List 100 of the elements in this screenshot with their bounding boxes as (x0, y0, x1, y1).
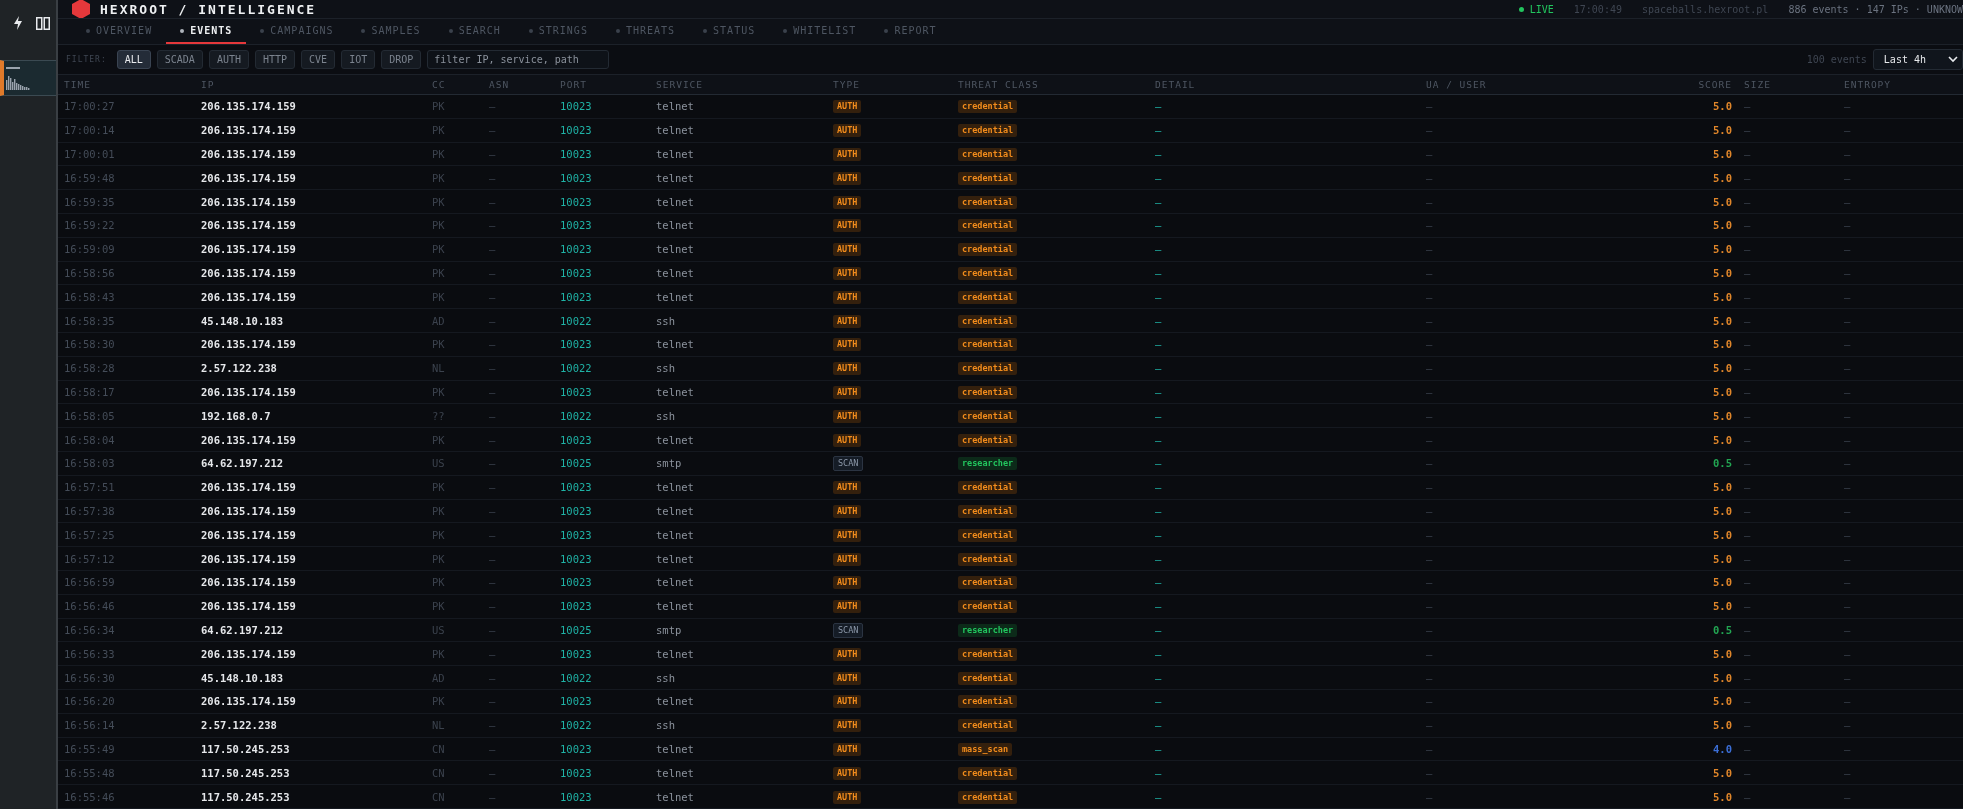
service-cell: telnet (656, 552, 694, 565)
entropy-cell: — (1844, 552, 1851, 565)
detail-cell: — (1155, 505, 1162, 517)
type-badge: AUTH (833, 124, 862, 138)
ip-cell: 206.135.174.159 (201, 505, 296, 517)
asn-cell: — (489, 100, 496, 113)
entropy-cell: — (1844, 505, 1851, 517)
detail-cell: — (1155, 600, 1162, 613)
nav-tab[interactable]: WHITELIST (769, 19, 871, 45)
nav-tab[interactable]: THREATS (601, 19, 690, 45)
port-cell: 10022 (560, 719, 592, 732)
asn-cell: — (489, 124, 496, 137)
size-cell: — (1744, 600, 1751, 613)
detail-cell: — (1155, 457, 1162, 470)
port-cell: 10023 (560, 576, 592, 589)
filter-chip[interactable]: DROP (381, 50, 422, 70)
ip-cell: 206.135.174.159 (201, 171, 296, 184)
live-indicator: LIVE (1518, 3, 1554, 15)
size-cell: — (1744, 457, 1751, 470)
nav-tab[interactable]: OVERVIEW (72, 19, 167, 45)
filter-chip[interactable]: AUTH (208, 50, 249, 70)
user-cell: — (1426, 267, 1433, 280)
detail-cell: — (1155, 552, 1162, 565)
detail-cell: — (1155, 481, 1162, 494)
ip-cell: 206.135.174.159 (201, 528, 296, 541)
port-cell: 10023 (560, 647, 592, 660)
port-cell: 10025 (560, 624, 592, 636)
country-cell: US (432, 457, 445, 470)
score-cell: 5.0 (1713, 362, 1732, 375)
nav-tab[interactable]: STRINGS (514, 19, 602, 45)
port-cell: 10023 (560, 243, 592, 256)
column-header: PORT (559, 79, 588, 91)
entropy-cell: — (1844, 219, 1851, 232)
search-field[interactable]: filter IP, service, path (427, 50, 610, 70)
detail-cell: — (1155, 719, 1162, 732)
service-cell: telnet (656, 528, 694, 541)
score-cell: 5.0 (1713, 695, 1732, 708)
range-dropdown[interactable]: Last 4h (1872, 49, 1963, 71)
size-cell: — (1744, 386, 1751, 399)
filter-chip[interactable]: IOT (341, 50, 376, 70)
type-badge: AUTH (833, 100, 862, 114)
size-cell: — (1744, 409, 1751, 422)
asn-cell: — (489, 624, 496, 636)
port-cell: 10022 (560, 362, 592, 375)
port-cell: 10023 (560, 766, 592, 779)
ip-cell: 2.57.122.238 (201, 719, 277, 732)
column-header: TIME (63, 79, 92, 91)
user-cell: — (1426, 290, 1433, 303)
size-cell: — (1744, 148, 1751, 161)
type-badge: AUTH (833, 766, 862, 780)
columns-button[interactable] (33, 14, 52, 32)
service-cell: telnet (656, 100, 694, 113)
window-thumbnail[interactable] (0, 60, 56, 96)
port-cell: 10023 (560, 481, 592, 494)
port-cell: 10022 (560, 314, 592, 327)
nav-tab[interactable]: REPORT (870, 19, 951, 45)
filter-chip[interactable]: CVE (301, 50, 336, 70)
class-badge: credential (958, 195, 1018, 209)
nav-tab[interactable]: SEARCH (434, 19, 515, 45)
service-cell: ssh (656, 362, 675, 375)
nav-tab[interactable]: SAMPLES (347, 19, 435, 45)
filter-chip[interactable]: ALL (116, 50, 151, 70)
ip-cell: 206.135.174.159 (201, 100, 296, 113)
lightning-icon (12, 16, 23, 30)
service-cell: ssh (656, 671, 675, 684)
ip-cell: 117.50.245.253 (201, 743, 290, 755)
class-badge: credential (958, 267, 1018, 281)
type-badge: AUTH (833, 171, 862, 185)
nav-tab[interactable]: CAMPAIGNS (246, 19, 348, 45)
port-cell: 10023 (560, 171, 592, 184)
port-cell: 10023 (560, 743, 592, 755)
type-badge: AUTH (833, 743, 862, 756)
nav-tab[interactable]: STATUS (689, 19, 770, 45)
size-cell: — (1744, 671, 1751, 684)
ip-cell: 206.135.174.159 (201, 267, 296, 280)
detail-cell: — (1155, 338, 1162, 351)
class-badge: credential (958, 100, 1018, 114)
column-header: SCORE (1697, 79, 1733, 91)
service-cell: telnet (656, 695, 694, 708)
ip-cell: 45.148.10.183 (201, 314, 284, 327)
country-cell: PK (432, 695, 445, 708)
ip-cell: 117.50.245.253 (201, 766, 290, 779)
detail-cell: — (1155, 267, 1162, 280)
score-cell: 5.0 (1713, 790, 1732, 803)
service-cell: telnet (656, 195, 694, 208)
size-cell: — (1744, 790, 1751, 803)
asn-cell: — (489, 576, 496, 589)
score-cell: 5.0 (1713, 243, 1732, 256)
size-cell: — (1744, 766, 1751, 779)
filter-chip[interactable]: HTTP (255, 50, 296, 70)
port-cell: 10023 (560, 386, 592, 399)
ip-cell: 206.135.174.159 (201, 600, 296, 613)
entropy-cell: — (1844, 386, 1851, 399)
filter-chip[interactable]: SCADA (156, 50, 203, 70)
class-badge: credential (958, 481, 1018, 495)
ip-cell: 206.135.174.159 (201, 576, 296, 589)
asn-cell: — (489, 743, 496, 755)
class-badge: credential (958, 433, 1018, 447)
user-cell: — (1426, 743, 1433, 755)
type-badge: AUTH (833, 148, 862, 162)
